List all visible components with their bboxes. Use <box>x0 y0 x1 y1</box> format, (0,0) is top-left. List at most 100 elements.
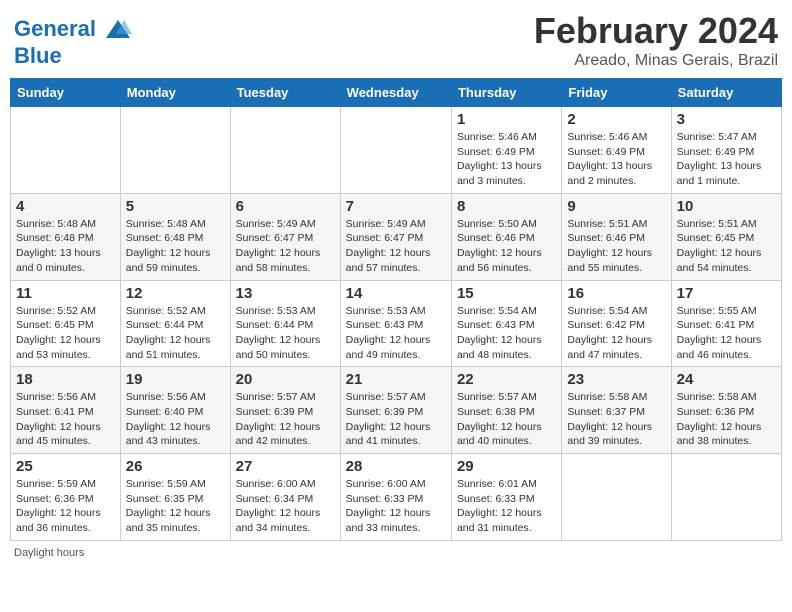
day-number: 11 <box>16 285 115 302</box>
day-info: Sunrise: 5:56 AM Sunset: 6:40 PM Dayligh… <box>126 390 225 449</box>
day-info: Sunrise: 5:51 AM Sunset: 6:46 PM Dayligh… <box>567 217 665 276</box>
day-number: 9 <box>567 198 665 215</box>
day-info: Sunrise: 5:49 AM Sunset: 6:47 PM Dayligh… <box>346 217 446 276</box>
day-info: Sunrise: 5:57 AM Sunset: 6:39 PM Dayligh… <box>236 390 335 449</box>
day-number: 7 <box>346 198 446 215</box>
day-cell: 3 Sunrise: 5:47 AM Sunset: 6:49 PM Daylig… <box>671 107 781 194</box>
day-number: 29 <box>457 458 556 475</box>
day-cell: 6 Sunrise: 5:49 AM Sunset: 6:47 PM Daylig… <box>230 193 340 280</box>
day-info: Sunrise: 5:56 AM Sunset: 6:41 PM Dayligh… <box>16 390 115 449</box>
day-number: 25 <box>16 458 115 475</box>
header-day-saturday: Saturday <box>671 79 781 107</box>
header-row: SundayMondayTuesdayWednesdayThursdayFrid… <box>11 79 782 107</box>
day-cell <box>11 107 121 194</box>
title-block: February 2024 Areado, Minas Gerais, Braz… <box>534 10 778 70</box>
day-number: 26 <box>126 458 225 475</box>
day-number: 12 <box>126 285 225 302</box>
month-title: February 2024 <box>534 10 778 52</box>
day-info: Sunrise: 5:48 AM Sunset: 6:48 PM Dayligh… <box>16 217 115 276</box>
day-info: Sunrise: 5:54 AM Sunset: 6:43 PM Dayligh… <box>457 304 556 363</box>
day-info: Sunrise: 5:50 AM Sunset: 6:46 PM Dayligh… <box>457 217 556 276</box>
day-cell: 5 Sunrise: 5:48 AM Sunset: 6:48 PM Daylig… <box>120 193 230 280</box>
day-cell: 27 Sunrise: 6:00 AM Sunset: 6:34 PM Dayli… <box>230 454 340 541</box>
header-day-monday: Monday <box>120 79 230 107</box>
day-cell: 7 Sunrise: 5:49 AM Sunset: 6:47 PM Daylig… <box>340 193 451 280</box>
day-cell <box>230 107 340 194</box>
day-info: Sunrise: 5:49 AM Sunset: 6:47 PM Dayligh… <box>236 217 335 276</box>
day-info: Sunrise: 5:59 AM Sunset: 6:35 PM Dayligh… <box>126 477 225 536</box>
day-info: Sunrise: 5:48 AM Sunset: 6:48 PM Dayligh… <box>126 217 225 276</box>
day-cell: 24 Sunrise: 5:58 AM Sunset: 6:36 PM Dayli… <box>671 367 781 454</box>
day-cell: 13 Sunrise: 5:53 AM Sunset: 6:44 PM Dayli… <box>230 280 340 367</box>
day-number: 3 <box>677 111 776 128</box>
day-cell: 20 Sunrise: 5:57 AM Sunset: 6:39 PM Dayli… <box>230 367 340 454</box>
week-row-2: 11 Sunrise: 5:52 AM Sunset: 6:45 PM Dayli… <box>11 280 782 367</box>
day-cell <box>562 454 671 541</box>
day-cell: 1 Sunrise: 5:46 AM Sunset: 6:49 PM Daylig… <box>451 107 561 194</box>
footer: Daylight hours <box>10 547 782 559</box>
week-row-0: 1 Sunrise: 5:46 AM Sunset: 6:49 PM Daylig… <box>11 107 782 194</box>
calendar-body: 1 Sunrise: 5:46 AM Sunset: 6:49 PM Daylig… <box>11 107 782 541</box>
day-info: Sunrise: 6:00 AM Sunset: 6:34 PM Dayligh… <box>236 477 335 536</box>
day-cell: 4 Sunrise: 5:48 AM Sunset: 6:48 PM Daylig… <box>11 193 121 280</box>
header-day-friday: Friday <box>562 79 671 107</box>
day-number: 18 <box>16 371 115 388</box>
day-number: 6 <box>236 198 335 215</box>
day-info: Sunrise: 5:52 AM Sunset: 6:44 PM Dayligh… <box>126 304 225 363</box>
day-cell: 12 Sunrise: 5:52 AM Sunset: 6:44 PM Dayli… <box>120 280 230 367</box>
day-cell: 2Sunrise: 5:46 AM Sunset: 6:49 PM Daylig… <box>562 107 671 194</box>
day-info: Sunrise: 5:53 AM Sunset: 6:43 PM Dayligh… <box>346 304 446 363</box>
day-info: Sunrise: 5:52 AM Sunset: 6:45 PM Dayligh… <box>16 304 115 363</box>
day-info: Sunrise: 5:47 AM Sunset: 6:49 PM Dayligh… <box>677 130 776 189</box>
day-info: Sunrise: 5:57 AM Sunset: 6:39 PM Dayligh… <box>346 390 446 449</box>
day-number: 4 <box>16 198 115 215</box>
week-row-3: 18 Sunrise: 5:56 AM Sunset: 6:41 PM Dayli… <box>11 367 782 454</box>
logo-blue: Blue <box>14 44 132 68</box>
day-info: Sunrise: 5:46 AM Sunset: 6:49 PM Dayligh… <box>457 130 556 189</box>
day-number: 19 <box>126 371 225 388</box>
location: Areado, Minas Gerais, Brazil <box>534 52 778 70</box>
day-info: Sunrise: 5:53 AM Sunset: 6:44 PM Dayligh… <box>236 304 335 363</box>
day-cell: 21 Sunrise: 5:57 AM Sunset: 6:39 PM Dayli… <box>340 367 451 454</box>
day-cell <box>671 454 781 541</box>
day-cell: 15 Sunrise: 5:54 AM Sunset: 6:43 PM Dayli… <box>451 280 561 367</box>
logo-text: General Blue <box>14 16 132 68</box>
calendar-header: SundayMondayTuesdayWednesdayThursdayFrid… <box>11 79 782 107</box>
calendar-table: SundayMondayTuesdayWednesdayThursdayFrid… <box>10 78 782 541</box>
day-info: Sunrise: 5:57 AM Sunset: 6:38 PM Dayligh… <box>457 390 556 449</box>
day-number: 24 <box>677 371 776 388</box>
day-cell <box>340 107 451 194</box>
day-number: 22 <box>457 371 556 388</box>
day-info: Sunrise: 6:01 AM Sunset: 6:33 PM Dayligh… <box>457 477 556 536</box>
day-cell: 10Sunrise: 5:51 AM Sunset: 6:45 PM Dayli… <box>671 193 781 280</box>
day-number: 1 <box>457 111 556 128</box>
header-day-sunday: Sunday <box>11 79 121 107</box>
day-number: 5 <box>126 198 225 215</box>
day-number: 20 <box>236 371 335 388</box>
day-number: 13 <box>236 285 335 302</box>
day-cell: 25 Sunrise: 5:59 AM Sunset: 6:36 PM Dayli… <box>11 454 121 541</box>
day-number: 15 <box>457 285 556 302</box>
day-number: 2 <box>567 111 665 128</box>
day-info: Sunrise: 5:59 AM Sunset: 6:36 PM Dayligh… <box>16 477 115 536</box>
day-cell <box>120 107 230 194</box>
day-info: Sunrise: 5:58 AM Sunset: 6:37 PM Dayligh… <box>567 390 665 449</box>
logo: General Blue <box>14 16 132 68</box>
day-cell: 26 Sunrise: 5:59 AM Sunset: 6:35 PM Dayli… <box>120 454 230 541</box>
day-cell: 8Sunrise: 5:50 AM Sunset: 6:46 PM Daylig… <box>451 193 561 280</box>
day-info: Sunrise: 5:58 AM Sunset: 6:36 PM Dayligh… <box>677 390 776 449</box>
logo-general: General <box>14 16 96 41</box>
week-row-1: 4 Sunrise: 5:48 AM Sunset: 6:48 PM Daylig… <box>11 193 782 280</box>
day-cell: 14Sunrise: 5:53 AM Sunset: 6:43 PM Dayli… <box>340 280 451 367</box>
week-row-4: 25 Sunrise: 5:59 AM Sunset: 6:36 PM Dayli… <box>11 454 782 541</box>
day-cell: 16Sunrise: 5:54 AM Sunset: 6:42 PM Dayli… <box>562 280 671 367</box>
day-number: 27 <box>236 458 335 475</box>
day-cell: 29 Sunrise: 6:01 AM Sunset: 6:33 PM Dayli… <box>451 454 561 541</box>
day-number: 21 <box>346 371 446 388</box>
day-number: 10 <box>677 198 776 215</box>
header-day-tuesday: Tuesday <box>230 79 340 107</box>
day-number: 28 <box>346 458 446 475</box>
day-cell: 17Sunrise: 5:55 AM Sunset: 6:41 PM Dayli… <box>671 280 781 367</box>
header-day-thursday: Thursday <box>451 79 561 107</box>
day-info: Sunrise: 5:54 AM Sunset: 6:42 PM Dayligh… <box>567 304 665 363</box>
